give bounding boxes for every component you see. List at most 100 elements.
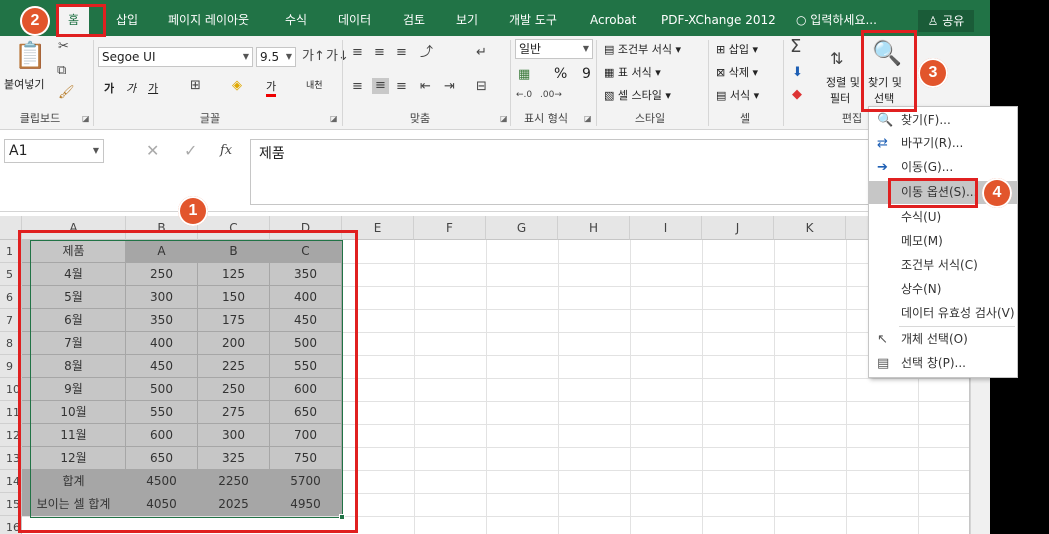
shrink-font-icon[interactable]: 가↓ — [326, 50, 349, 64]
delete-cells-button[interactable]: ⊠ 삭제 ▾ — [716, 64, 758, 80]
bottom-align-icon[interactable]: ≡ — [396, 46, 407, 60]
decrease-decimal-icon[interactable]: .00→ — [540, 88, 562, 102]
column-header-k[interactable]: K — [774, 216, 846, 240]
menu-item-conditional-formatting[interactable]: 조건부 서식(C) — [869, 254, 1017, 277]
comma-button[interactable]: 9 — [582, 66, 591, 82]
font-name-combo[interactable]: Segoe UI ▼ — [98, 47, 253, 67]
delete-cells-label: 삭제 — [728, 66, 749, 79]
tab-developer[interactable]: 개발 도구 — [509, 0, 557, 36]
menu-item-label: 선택 창(P)... — [901, 356, 966, 370]
tab-page-layout[interactable]: 페이지 레이아웃 — [168, 0, 249, 36]
align-center-icon[interactable]: ≡ — [372, 78, 389, 94]
menu-item-replace[interactable]: ⇄ 바꾸기(R)... — [869, 132, 1017, 155]
format-cells-button[interactable]: ▤ 서식 ▾ — [716, 87, 759, 103]
merge-center-icon[interactable]: ⊟ — [476, 80, 487, 94]
formula-bar: A1 ▼ ✕ ✓ fx 제품 — [0, 130, 990, 212]
orientation-icon[interactable]: ⤴ — [420, 46, 433, 60]
format-cells-label: 서식 — [729, 89, 751, 102]
cell-styles-button[interactable]: ▧ 셀 스타일 ▾ — [604, 87, 671, 103]
column-header-g[interactable]: G — [486, 216, 558, 240]
wrap-text-icon[interactable]: ↵ — [476, 46, 487, 60]
share-button[interactable]: ♙ 공유 — [918, 10, 974, 32]
clear-icon[interactable]: ◆ — [792, 88, 802, 102]
percent-button[interactable]: % — [554, 66, 567, 82]
underline-button[interactable]: 가 — [148, 80, 158, 96]
menu-item-notes[interactable]: 메모(M) — [869, 230, 1017, 253]
align-right-icon[interactable]: ≡ — [396, 80, 407, 94]
menu-item-find[interactable]: 🔍 찾기(F)... — [869, 109, 1017, 132]
menu-item-label: 메모(M) — [901, 234, 943, 248]
sort-filter-icon[interactable]: ⇅ — [830, 51, 843, 67]
tab-formulas[interactable]: 수식 — [285, 0, 307, 36]
clipboard-launcher-icon[interactable]: ◪ — [82, 114, 90, 123]
insert-cells-button[interactable]: ⊞ 삽입 ▾ — [716, 41, 758, 57]
fill-icon[interactable]: ⬇ — [792, 66, 803, 80]
number-format-combo[interactable]: 일반 ▼ — [515, 39, 593, 59]
menu-item-formulas[interactable]: 수식(U) — [869, 206, 1017, 229]
align-left-icon[interactable]: ≡ — [352, 80, 363, 94]
font-color-button[interactable]: 가 — [266, 78, 277, 97]
format-painter-icon[interactable]: 🖌 — [58, 86, 75, 100]
gridline — [702, 240, 703, 534]
increase-decimal-icon[interactable]: ←.0 — [516, 88, 532, 102]
annotation-box-find-select — [861, 30, 917, 112]
paste-icon[interactable]: 📋 — [14, 42, 46, 70]
insert-cells-label: 삽입 — [728, 43, 749, 56]
fill-color-icon[interactable]: ◈ — [232, 79, 242, 93]
font-launcher-icon[interactable]: ◪ — [330, 114, 338, 123]
font-size-combo[interactable]: 9.5 ▼ — [256, 47, 296, 67]
menu-item-label: 수식(U) — [901, 210, 942, 224]
grow-font-icon[interactable]: 가↑ — [302, 50, 325, 64]
tab-data[interactable]: 데이터 — [338, 0, 371, 36]
paste-button[interactable]: 붙여넣기 — [4, 76, 44, 92]
name-box[interactable]: A1 ▼ — [4, 139, 104, 163]
phonetic-button[interactable]: 내천 — [306, 78, 323, 91]
column-header-i[interactable]: I — [630, 216, 702, 240]
sort-filter-button-line1[interactable]: 정렬 및 — [826, 74, 860, 90]
step-badge-3: 3 — [918, 58, 948, 88]
menu-item-selection-pane[interactable]: ▤ 선택 창(P)... — [869, 352, 1017, 375]
format-as-table-label: 표 서식 — [617, 66, 652, 79]
border-icon[interactable]: ⊞ — [190, 79, 201, 93]
format-as-table-button[interactable]: ▦ 표 서식 ▾ — [604, 64, 661, 80]
copy-icon[interactable]: ⧉ — [57, 64, 66, 78]
number-format-value: 일반 — [519, 42, 542, 56]
tab-view[interactable]: 보기 — [456, 0, 478, 36]
menu-item-data-validation[interactable]: 데이터 유효성 검사(V) — [869, 302, 1017, 325]
replace-icon: ⇄ — [877, 136, 888, 151]
group-separator — [510, 40, 511, 126]
accounting-format-icon[interactable]: ▦ — [518, 68, 530, 82]
middle-align-icon[interactable]: ≡ — [374, 46, 385, 60]
tab-acrobat[interactable]: Acrobat — [590, 0, 636, 36]
menu-item-constants[interactable]: 상수(N) — [869, 278, 1017, 301]
tab-insert[interactable]: 삽입 — [116, 0, 138, 36]
bold-button[interactable]: 가 — [104, 80, 114, 96]
enter-icon[interactable]: ✓ — [184, 143, 197, 159]
number-launcher-icon[interactable]: ◪ — [584, 114, 592, 123]
menu-item-select-objects[interactable]: ↖ 개체 선택(O) — [869, 328, 1017, 351]
menu-item-goto[interactable]: ➔ 이동(G)... — [869, 156, 1017, 179]
lightbulb-icon: ○ — [796, 13, 811, 27]
cut-icon[interactable]: ✂ — [58, 40, 69, 54]
sort-filter-button-line2[interactable]: 필터 — [830, 90, 850, 106]
group-label-clipboard: 클립보드 — [19, 112, 61, 125]
column-header-h[interactable]: H — [558, 216, 630, 240]
autosum-icon[interactable]: Σ — [790, 38, 801, 56]
tab-review[interactable]: 검토 — [403, 0, 425, 36]
chevron-down-icon: ▼ — [242, 52, 249, 61]
column-header-j[interactable]: J — [702, 216, 774, 240]
increase-indent-icon[interactable]: ⇥ — [444, 80, 455, 94]
decrease-indent-icon[interactable]: ⇤ — [420, 80, 431, 94]
gridline — [558, 240, 559, 534]
alignment-launcher-icon[interactable]: ◪ — [500, 114, 508, 123]
column-header-f[interactable]: F — [414, 216, 486, 240]
delete-icon: ⊠ — [716, 66, 729, 79]
conditional-formatting-button[interactable]: ▤ 조건부 서식 ▾ — [604, 41, 681, 57]
top-align-icon[interactable]: ≡ — [352, 46, 363, 60]
menu-item-label: 상수(N) — [901, 282, 942, 296]
tab-pdf-xchange[interactable]: PDF-XChange 2012 — [661, 0, 776, 36]
italic-button[interactable]: 가 — [126, 80, 136, 96]
insert-function-button[interactable]: fx — [220, 144, 232, 158]
format-icon: ▤ — [716, 89, 730, 102]
cancel-icon[interactable]: ✕ — [146, 143, 159, 159]
